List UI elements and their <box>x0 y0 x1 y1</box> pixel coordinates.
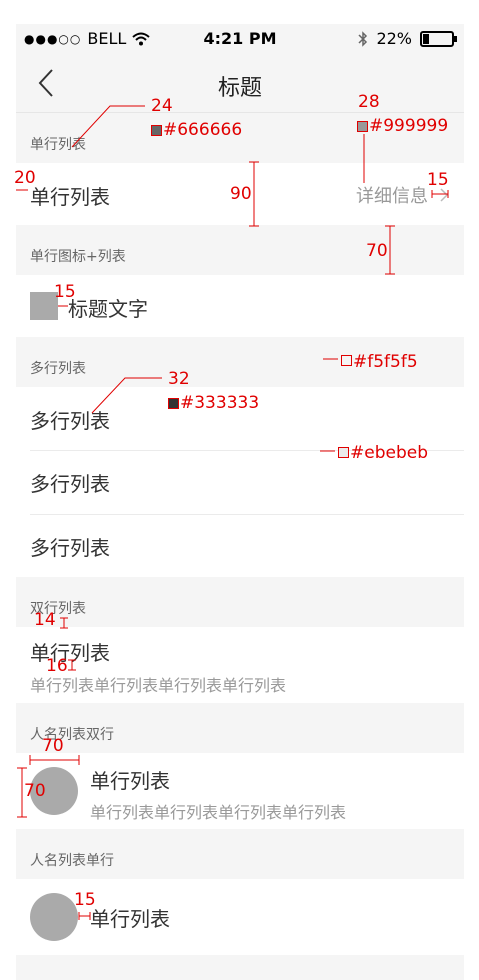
spec-size-label: 15 <box>54 282 76 302</box>
spec-color-label: #ebebeb <box>350 443 428 463</box>
color-swatch <box>338 447 349 458</box>
spec-size-label: 70 <box>42 736 64 756</box>
color-swatch <box>151 125 162 136</box>
spec-size-label: 15 <box>74 890 96 910</box>
color-swatch <box>168 398 179 409</box>
color-swatch <box>341 355 352 366</box>
spec-size-label: 15 <box>427 170 449 190</box>
spec-size-label: 20 <box>14 168 36 188</box>
spec-size-label: 70 <box>366 241 388 261</box>
spec-color-label: #666666 <box>163 120 243 140</box>
spec-color-label: #333333 <box>180 393 260 413</box>
spec-size-label: 16 <box>46 656 68 676</box>
spec-color-label: #999999 <box>369 116 449 136</box>
spec-size-label: 90 <box>230 184 252 204</box>
annotation-lines <box>16 105 449 920</box>
spec-size-label: 70 <box>24 781 46 801</box>
spec-size-label: 24 <box>151 96 173 116</box>
spec-size-label: 28 <box>358 92 380 112</box>
spec-color-label: #f5f5f5 <box>353 352 418 372</box>
spec-size-label: 32 <box>168 369 190 389</box>
color-swatch <box>357 121 368 132</box>
spec-size-label: 14 <box>34 610 56 630</box>
